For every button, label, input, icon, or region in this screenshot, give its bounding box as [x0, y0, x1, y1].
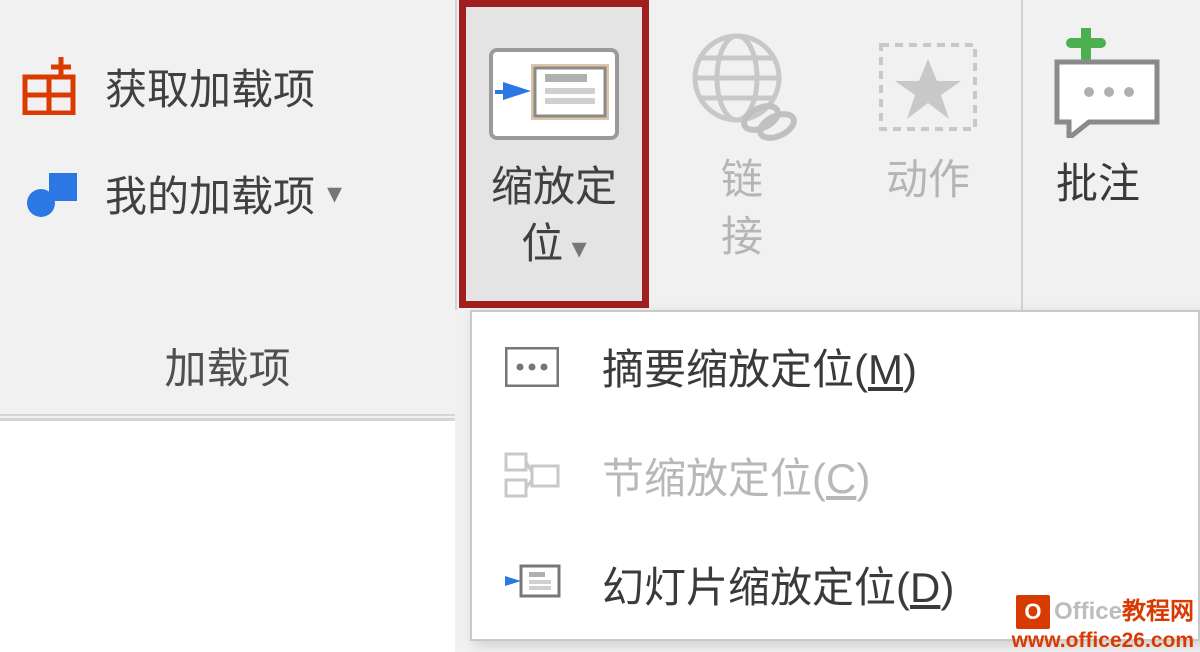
annotate-button[interactable]: 批注 — [1023, 0, 1173, 211]
zoom-location-button[interactable]: 缩放定 位 ▾ — [459, 0, 649, 308]
summary-zoom-item[interactable]: 摘要缩放定位(M) — [472, 312, 1198, 421]
menu-label: 幻灯片缩放定位(D) — [602, 554, 954, 615]
get-addins-button[interactable]: 获取加载项 — [0, 55, 455, 162]
action-button[interactable]: 动作 — [835, 0, 1021, 265]
get-addins-label: 获取加载项 — [105, 56, 315, 117]
link-label: 链 接 — [721, 152, 763, 265]
zoom-dropdown-menu: 摘要缩放定位(M) 节缩放定位(C) — [470, 310, 1200, 641]
slide-zoom-icon — [502, 560, 562, 610]
puzzle-icon — [20, 162, 90, 224]
menu-label: 摘要缩放定位(M) — [602, 336, 917, 397]
store-grid-icon — [20, 55, 90, 117]
zoom-location-label: 缩放定 位 ▾ — [491, 159, 617, 272]
blank-region — [0, 418, 455, 652]
summary-zoom-icon — [502, 342, 562, 392]
globe-link-icon — [687, 32, 797, 142]
section-zoom-icon — [502, 451, 562, 501]
my-addins-button[interactable]: 我的加载项 ▾ — [0, 162, 455, 269]
action-star-icon — [873, 32, 983, 142]
addins-group-label: 加载项 — [0, 335, 455, 396]
my-addins-label: 我的加载项 — [105, 163, 315, 224]
link-button[interactable]: 链 接 — [649, 0, 835, 265]
menu-label: 节缩放定位(C) — [602, 445, 870, 506]
comment-plus-icon — [1033, 28, 1163, 138]
addins-group: 获取加载项 我的加载项 ▾ 加载项 — [0, 0, 455, 416]
section-zoom-item: 节缩放定位(C) — [472, 421, 1198, 530]
links-group: 缩放定 位 ▾ 链 接 — [457, 0, 1173, 310]
watermark: O Office 教程网 www.office26.com — [1012, 595, 1194, 652]
zoom-slide-icon — [489, 39, 619, 149]
chevron-down-icon: ▾ — [327, 176, 342, 211]
office-logo-icon: O — [1016, 595, 1050, 629]
action-label: 动作 — [886, 152, 970, 265]
annotate-label: 批注 — [1056, 150, 1140, 211]
